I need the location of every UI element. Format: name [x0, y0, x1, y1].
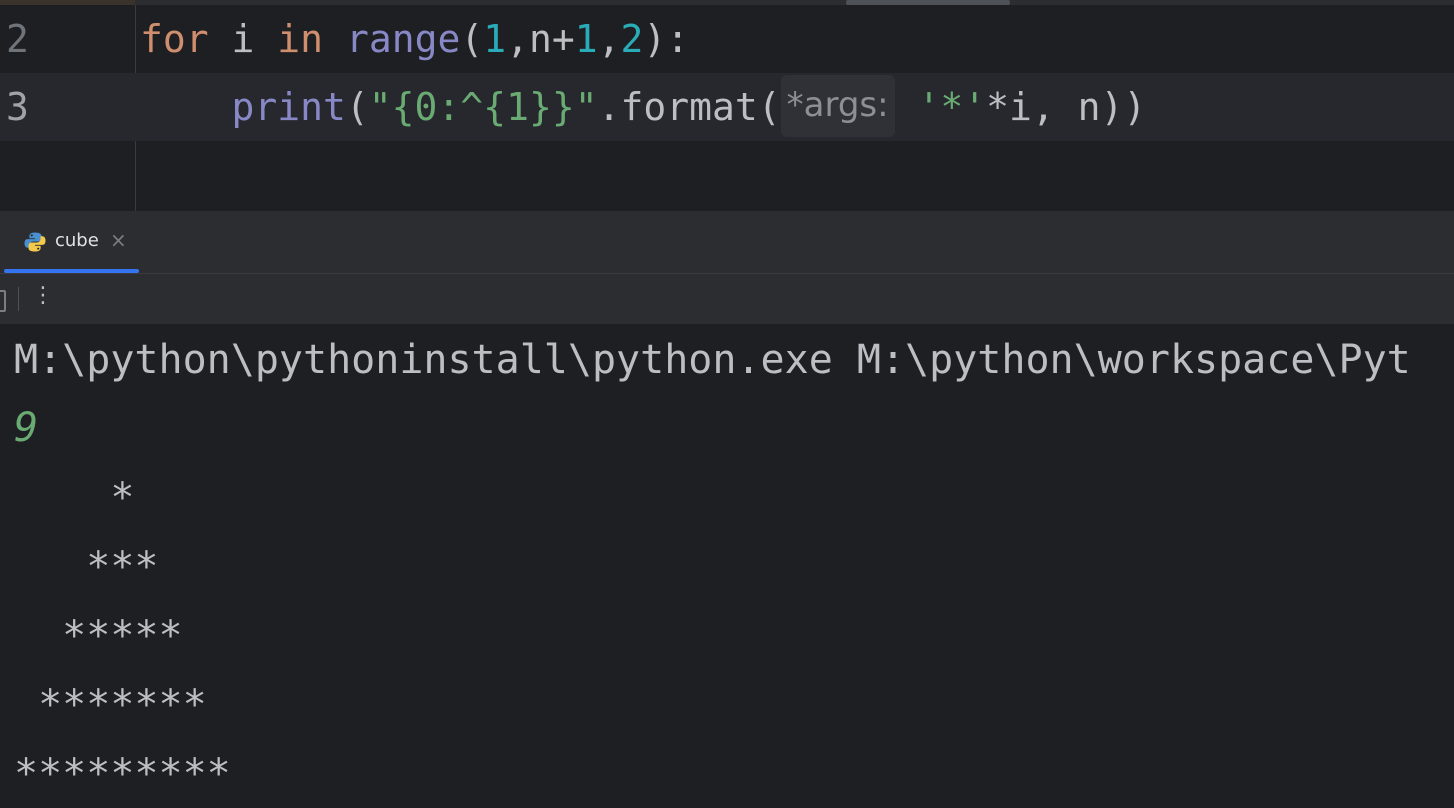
method-call: .format(: [597, 85, 781, 129]
more-options-icon[interactable]: ⋮: [32, 283, 54, 308]
keyword-for: for: [140, 17, 209, 61]
punctuation: (: [345, 85, 369, 129]
console-output-line: *********: [14, 751, 231, 797]
punctuation: (: [460, 17, 484, 61]
parameter-hint: *args:: [780, 75, 895, 137]
run-tool-window-header: cube ×: [0, 211, 1454, 274]
code-text[interactable]: print("{0:^{1}}".format(*args: '*'*i, n)…: [140, 73, 1146, 141]
number-literal: 1: [483, 17, 507, 61]
string-literal: "{0:^{1}}": [368, 85, 598, 129]
line-number: 2: [6, 17, 29, 61]
code-text[interactable]: for i in range(1,n+1,2):: [140, 5, 689, 73]
builtin-range: range: [345, 17, 461, 61]
console-command-line: M:\python\pythoninstall\python.exe M:\py…: [14, 337, 1411, 383]
punctuation: ,: [597, 17, 621, 61]
punctuation: ):: [643, 17, 690, 61]
console-user-input: 9: [14, 405, 39, 451]
python-icon: [24, 232, 46, 252]
run-tab-cube[interactable]: cube ×: [4, 211, 139, 273]
code-line-current[interactable]: 3 print("{0:^{1}}".format(*args: '*'*i, …: [0, 73, 1454, 141]
keyword-in: in: [277, 17, 324, 61]
identifier: i: [208, 17, 278, 61]
expression: *i, n)): [986, 85, 1147, 129]
console-output-line: *******: [14, 682, 207, 728]
run-tab-label: cube: [55, 230, 99, 251]
active-tab-indicator: [4, 269, 139, 273]
toolbar-separator: [18, 287, 19, 311]
code-line[interactable]: 2 for i in range(1,n+1,2):: [0, 5, 1454, 73]
string-literal: '*': [917, 85, 987, 129]
code-editor[interactable]: 2 for i in range(1,n+1,2): 3 print("{0:^…: [0, 0, 1454, 211]
line-number: 3: [6, 85, 29, 129]
console-output-line: *****: [14, 613, 183, 659]
console-output[interactable]: M:\python\pythoninstall\python.exe M:\py…: [0, 324, 1454, 797]
number-literal: 2: [620, 17, 644, 61]
console-output-line: ***: [14, 544, 159, 590]
expression: ,n+: [506, 17, 575, 61]
close-icon[interactable]: ×: [110, 228, 127, 252]
stop-icon[interactable]: [0, 290, 6, 312]
builtin-print: print: [231, 85, 346, 129]
run-toolbar: ⋮: [0, 274, 1454, 324]
console-output-line: *: [14, 475, 135, 521]
number-literal: 1: [574, 17, 598, 61]
